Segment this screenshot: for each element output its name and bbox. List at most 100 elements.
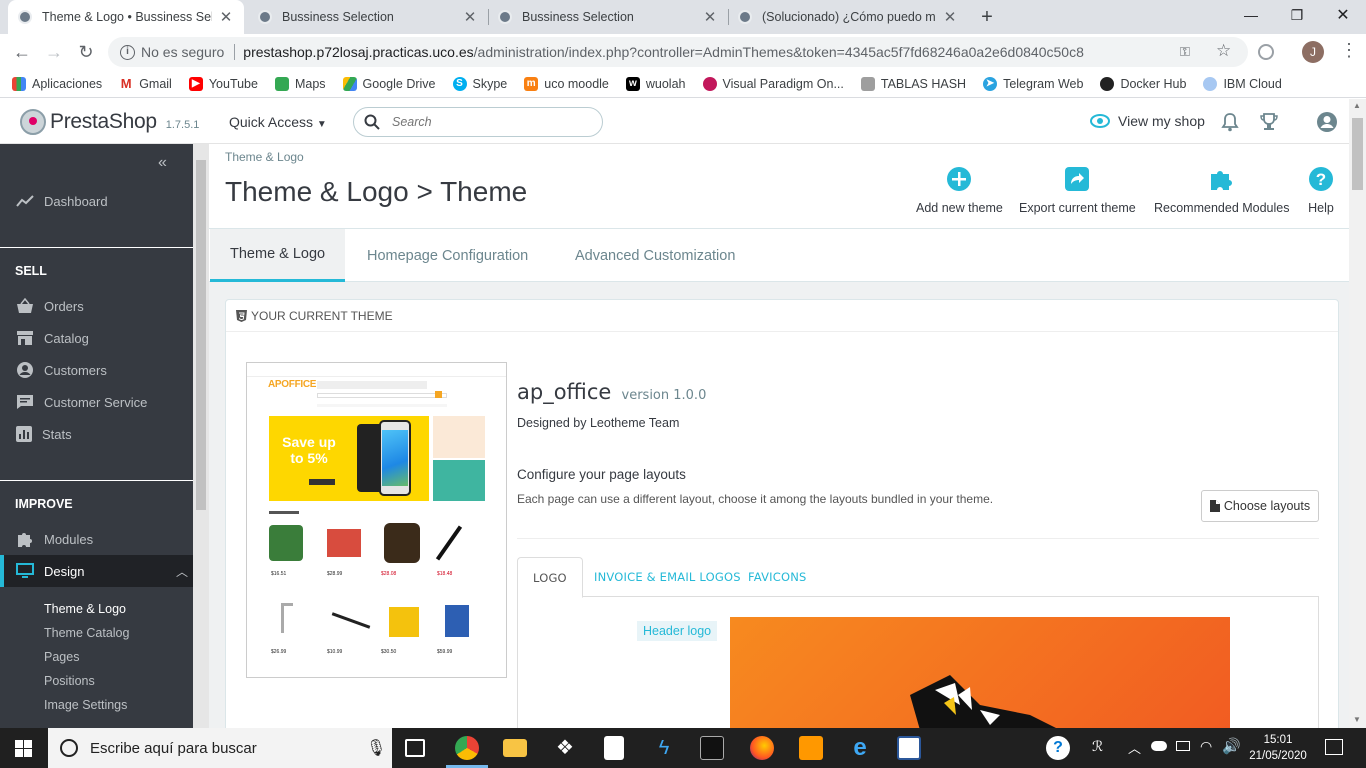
chrome-icon[interactable] bbox=[455, 736, 479, 760]
bookmark-ibm-cloud[interactable]: IBM Cloud bbox=[1203, 76, 1282, 91]
people-icon[interactable]: ℛ bbox=[1092, 738, 1103, 755]
edge-icon[interactable]: e bbox=[848, 736, 872, 760]
sublime-text-icon[interactable] bbox=[799, 736, 823, 760]
help-button[interactable]: ? Help bbox=[1308, 166, 1334, 215]
add-new-theme-button[interactable]: Add new theme bbox=[916, 166, 1003, 215]
quick-access-label: Quick Access bbox=[229, 114, 314, 130]
minimize-icon[interactable]: — bbox=[1228, 0, 1274, 30]
page-scrollbar[interactable]: ▲ ▼ bbox=[1349, 99, 1366, 728]
word-document-icon[interactable] bbox=[897, 736, 921, 760]
battery-icon[interactable] bbox=[1176, 741, 1190, 751]
key-icon[interactable]: ⚿ bbox=[1180, 44, 1190, 60]
export-current-theme-button[interactable]: Export current theme bbox=[1019, 166, 1136, 215]
browser-tab-title: Bussiness Selection bbox=[282, 10, 394, 24]
search-box[interactable] bbox=[353, 107, 603, 137]
toolbar-label: Help bbox=[1308, 201, 1334, 215]
volume-icon[interactable]: 🔊 bbox=[1222, 737, 1241, 755]
sidebar-item-orders[interactable]: Orders bbox=[0, 290, 193, 322]
sidebar-subitem-image-settings[interactable]: Image Settings bbox=[44, 698, 127, 712]
firefox-icon[interactable] bbox=[750, 736, 774, 760]
onedrive-cloud-icon[interactable] bbox=[1151, 741, 1167, 751]
bookmark-maps[interactable]: Maps bbox=[274, 76, 326, 91]
forward-arrow-icon[interactable]: → bbox=[44, 42, 64, 62]
tab-homepage-configuration[interactable]: Homepage Configuration bbox=[367, 229, 528, 282]
bookmark-visual-paradigm[interactable]: Visual Paradigm On... bbox=[702, 76, 844, 91]
browser-tab-1[interactable]: Theme & Logo • Bussiness Selection ✕ bbox=[8, 0, 244, 34]
chevron-up-icon[interactable]: ︿ bbox=[1128, 738, 1141, 757]
dropbox-icon[interactable]: ❖ bbox=[553, 736, 577, 760]
sidebar-subitem-positions[interactable]: Positions bbox=[44, 674, 95, 688]
close-tab-icon[interactable]: ✕ bbox=[462, 8, 478, 26]
tab-logo[interactable]: LOGO bbox=[517, 557, 583, 598]
bolt-app-icon[interactable]: ϟ bbox=[652, 736, 676, 760]
sidebar-item-design[interactable]: Design ︿ bbox=[0, 555, 193, 587]
browser-tab-4[interactable]: (Solucionado) ¿Cómo puedo mod ✕ bbox=[728, 0, 968, 34]
sidebar-item-customer-service[interactable]: Customer Service bbox=[0, 386, 193, 418]
browser-tab-2[interactable]: Bussiness Selection ✕ bbox=[248, 0, 488, 34]
bookmark-moodle[interactable]: m uco moodle bbox=[524, 76, 609, 91]
store-icon[interactable] bbox=[604, 736, 624, 760]
help-circle-icon[interactable]: ? bbox=[1046, 736, 1070, 760]
task-view-icon[interactable] bbox=[405, 739, 425, 757]
sidebar-item-customers[interactable]: Customers bbox=[0, 354, 193, 386]
sidebar-item-stats[interactable]: Stats bbox=[0, 418, 193, 450]
account-circle-icon[interactable] bbox=[1316, 111, 1338, 133]
close-tab-icon[interactable]: ✕ bbox=[702, 8, 718, 26]
system-clock[interactable]: 15:01 21/05/2020 bbox=[1248, 732, 1308, 764]
file-explorer-icon[interactable] bbox=[503, 739, 527, 757]
profile-avatar[interactable]: J bbox=[1302, 41, 1324, 63]
bookmark-wuolah[interactable]: w wuolah bbox=[625, 76, 686, 91]
extension-icon[interactable] bbox=[1258, 44, 1274, 60]
choose-layouts-button[interactable]: Choose layouts bbox=[1201, 490, 1319, 522]
search-input[interactable] bbox=[392, 115, 572, 129]
url-bar[interactable]: i No es seguro prestashop.p72losaj.pract… bbox=[108, 37, 1248, 67]
sidebar-subitem-theme-logo[interactable]: Theme & Logo bbox=[44, 602, 126, 616]
windows-start-icon[interactable] bbox=[15, 740, 32, 757]
bookmark-apps[interactable]: Aplicaciones bbox=[12, 76, 102, 91]
tab-favicons[interactable]: FAVICONS bbox=[748, 557, 807, 597]
wifi-icon[interactable]: ◠ bbox=[1200, 738, 1212, 755]
tab-invoice-email-logos[interactable]: INVOICE & EMAIL LOGOS bbox=[594, 557, 741, 597]
bookmark-tablas-hash[interactable]: TABLAS HASH bbox=[860, 76, 966, 91]
taskbar-search[interactable]: Escribe aquí para buscar 🎙 bbox=[48, 728, 392, 768]
notifications-icon[interactable] bbox=[1325, 739, 1343, 755]
prestashop-logo[interactable]: PrestaShop 1.7.5.1 bbox=[20, 109, 199, 135]
reload-icon[interactable]: ↻ bbox=[76, 42, 96, 62]
bookmark-gmail[interactable]: M Gmail bbox=[119, 76, 172, 91]
header-logo-image[interactable] bbox=[730, 617, 1230, 728]
bookmark-youtube[interactable]: ▶ YouTube bbox=[188, 76, 258, 91]
recommended-modules-button[interactable]: Recommended Modules bbox=[1154, 166, 1290, 215]
terminal-icon[interactable] bbox=[700, 736, 724, 760]
sidebar-subitem-pages[interactable]: Pages bbox=[44, 650, 79, 664]
sidebar-item-modules[interactable]: Modules bbox=[0, 523, 193, 555]
tab-theme-logo[interactable]: Theme & Logo bbox=[210, 229, 346, 282]
bookmark-drive[interactable]: Google Drive bbox=[342, 76, 436, 91]
maximize-icon[interactable]: ❐ bbox=[1274, 0, 1320, 30]
bookmark-telegram[interactable]: ➤ Telegram Web bbox=[983, 76, 1083, 91]
close-tab-icon[interactable]: ✕ bbox=[942, 8, 958, 26]
tab-advanced-customization[interactable]: Advanced Customization bbox=[575, 229, 735, 282]
sidebar-scrollbar-thumb[interactable] bbox=[196, 160, 206, 510]
browser-menu-icon[interactable]: ⋮ bbox=[1340, 40, 1358, 61]
microphone-icon[interactable]: 🎙 bbox=[366, 738, 386, 758]
sidebar-item-dashboard[interactable]: Dashboard bbox=[0, 185, 193, 217]
trophy-icon[interactable] bbox=[1258, 111, 1280, 133]
back-arrow-icon[interactable]: ← bbox=[12, 42, 32, 62]
browser-tab-3[interactable]: Bussiness Selection ✕ bbox=[488, 0, 728, 34]
quick-access-dropdown[interactable]: Quick Access ▼ bbox=[229, 114, 327, 130]
page-scrollbar-thumb[interactable] bbox=[1352, 118, 1363, 190]
bookmark-skype[interactable]: S Skype bbox=[452, 76, 507, 91]
close-window-icon[interactable]: ✕ bbox=[1320, 0, 1366, 30]
close-tab-icon[interactable]: ✕ bbox=[218, 8, 234, 26]
sidebar-item-catalog[interactable]: Catalog bbox=[0, 322, 193, 354]
bar-chart-icon bbox=[16, 426, 32, 442]
collapse-sidebar-icon[interactable]: « bbox=[158, 154, 167, 172]
info-icon[interactable]: i bbox=[120, 44, 135, 60]
new-tab-plus-icon[interactable]: + bbox=[976, 6, 998, 28]
bookmark-star-icon[interactable]: ☆ bbox=[1216, 41, 1231, 61]
bookmark-docker[interactable]: Docker Hub bbox=[1100, 76, 1186, 91]
notifications-bell-icon[interactable] bbox=[1219, 111, 1241, 133]
sidebar-subitem-theme-catalog[interactable]: Theme Catalog bbox=[44, 626, 129, 640]
view-my-shop-link[interactable]: View my shop bbox=[1090, 113, 1205, 129]
breadcrumb[interactable]: Theme & Logo bbox=[225, 150, 304, 164]
